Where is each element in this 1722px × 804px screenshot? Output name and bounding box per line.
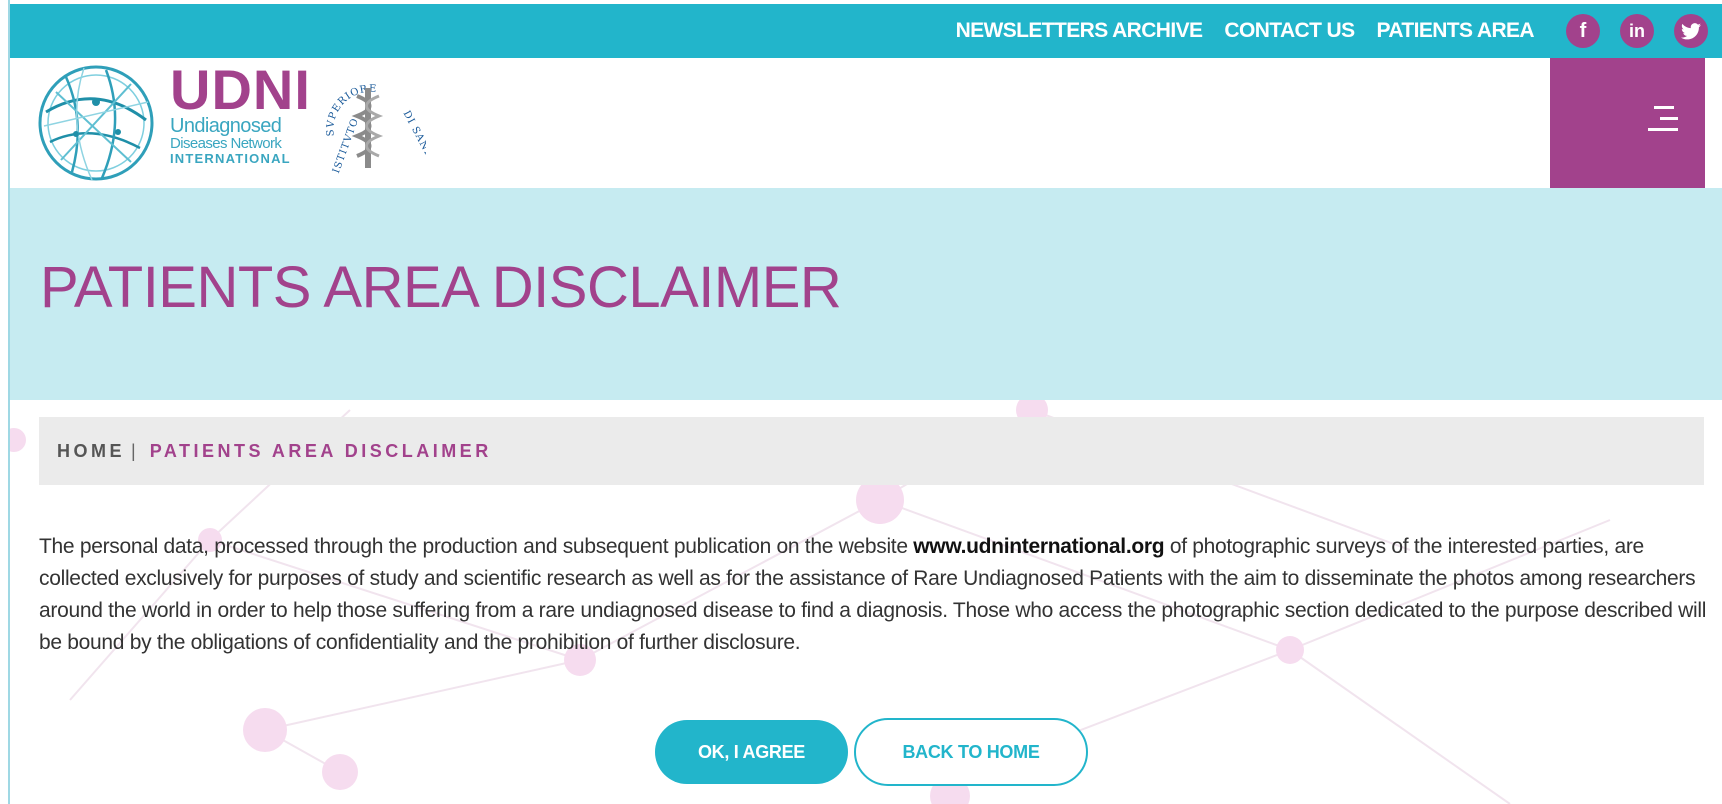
hero-banner: PATIENTS AREA DISCLAIMER [10,188,1722,400]
nav-newsletters-archive[interactable]: NEWSLETTERS ARCHIVE [956,19,1203,43]
breadcrumb-separator: | [131,440,136,461]
nav-patients-area[interactable]: PATIENTS AREA [1377,19,1535,43]
udni-line-diseases-network: Diseases Network [170,135,282,152]
udni-line-international: INTERNATIONAL [170,151,291,166]
top-nav: NEWSLETTERS ARCHIVE CONTACT US PATIENTS … [956,4,1535,58]
iss-seal-logo[interactable]: SVPERIORE ISTITVTO DI SANITA [312,66,426,178]
menu-button[interactable] [1550,58,1705,188]
iss-right-text: DI SANITA [401,109,426,171]
twitter-icon[interactable] [1674,14,1708,48]
disclaimer-text: The personal data, processed through the… [39,531,1709,659]
agree-button[interactable]: OK, I AGREE [655,720,848,784]
facebook-icon[interactable]: f [1566,14,1600,48]
back-to-home-button[interactable]: BACK TO HOME [854,718,1088,786]
hamburger-icon [1648,106,1678,132]
top-bar: NEWSLETTERS ARCHIVE CONTACT US PATIENTS … [10,4,1722,58]
nav-contact-us[interactable]: CONTACT US [1224,19,1355,43]
breadcrumb-home-link[interactable]: HOME [57,441,125,462]
site-header: UDNI Undiagnosed Diseases Network INTERN… [10,58,1722,188]
udni-wordmark[interactable]: UDNI Undiagnosed Diseases Network INTERN… [170,58,311,167]
udni-globe-logo-icon[interactable] [36,62,156,184]
udni-title: UDNI [170,58,311,121]
breadcrumb: HOME | PATIENTS AREA DISCLAIMER [39,417,1704,485]
left-margin [0,0,8,804]
linkedin-icon[interactable]: in [1620,14,1654,48]
page-title: PATIENTS AREA DISCLAIMER [40,255,842,320]
breadcrumb-current: PATIENTS AREA DISCLAIMER [149,440,492,461]
disclaimer-text-before: The personal data, processed through the… [39,535,914,558]
svg-text:DI SANITA: DI SANITA [401,109,426,171]
social-links: f in [1566,14,1708,48]
website-link[interactable]: www.udninternational.org [913,535,1164,558]
